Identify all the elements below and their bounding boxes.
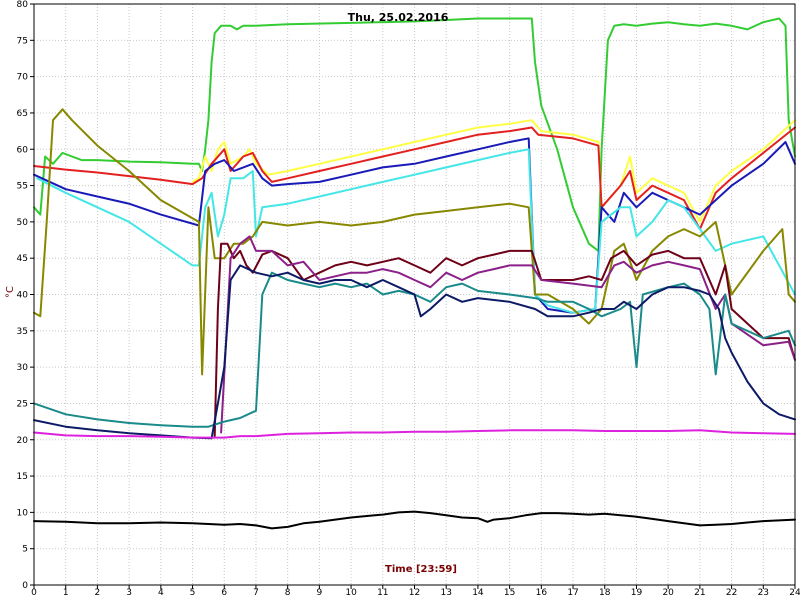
x-tick-label-3: 3 <box>126 588 132 598</box>
line-chart: 0 1 2 3 4 5 6 7 8 9 10 11 12 13 14 15 16 17 18 19 20 21 22 23 24… <box>0 0 800 600</box>
x-tick-label-11: 11 <box>377 588 388 598</box>
y-tick-label-9: 45 <box>17 254 28 264</box>
y-tick-label-16: 80 <box>17 0 29 10</box>
chart-background <box>0 0 800 600</box>
y-tick-label-13: 65 <box>17 109 28 119</box>
chart-title: Thu, 25.02.2016 <box>348 11 449 24</box>
y-tick-label-0: 0 <box>22 581 28 591</box>
x-tick-label-4: 4 <box>158 588 164 598</box>
y-tick-label-5: 25 <box>17 399 28 409</box>
y-tick-label-10: 50 <box>17 218 29 228</box>
y-tick-label-7: 35 <box>17 327 28 337</box>
y-tick-label-12: 60 <box>17 145 29 155</box>
x-tick-label-22: 22 <box>726 588 737 598</box>
y-tick-label-3: 15 <box>17 472 28 482</box>
x-tick-label-14: 14 <box>472 588 484 598</box>
x-tick-label-2: 2 <box>95 588 101 598</box>
x-tick-label-6: 6 <box>221 588 227 598</box>
x-tick-label-24: 24 <box>789 588 800 598</box>
x-tick-label-1: 1 <box>63 588 69 598</box>
x-tick-label-7: 7 <box>253 588 259 598</box>
x-tick-label-13: 13 <box>440 588 451 598</box>
y-tick-label-14: 70 <box>17 73 29 83</box>
x-tick-label-16: 16 <box>536 588 548 598</box>
x-tick-label-10: 10 <box>345 588 357 598</box>
x-tick-label-19: 19 <box>631 588 643 598</box>
x-tick-label-23: 23 <box>758 588 769 598</box>
x-axis-label: Time [23:59] <box>385 564 457 575</box>
x-tick-label-5: 5 <box>190 588 196 598</box>
y-tick-label-11: 55 <box>17 182 28 192</box>
chart-container: 0 1 2 3 4 5 6 7 8 9 10 11 12 13 14 15 16 17 18 19 20 21 22 23 24… <box>0 0 800 600</box>
x-tick-label-8: 8 <box>285 588 291 598</box>
y-axis-label: °C <box>5 286 16 298</box>
x-tick-label-15: 15 <box>504 588 515 598</box>
y-tick-label-4: 20 <box>17 436 29 446</box>
x-tick-label-17: 17 <box>567 588 578 598</box>
y-tick-label-8: 40 <box>17 291 29 301</box>
x-tick-label-12: 12 <box>409 588 420 598</box>
x-tick-label-20: 20 <box>662 588 674 598</box>
x-tick-label-9: 9 <box>317 588 323 598</box>
y-tick-label-1: 5 <box>22 545 28 555</box>
x-tick-label-0: 0 <box>31 588 37 598</box>
x-tick-label-18: 18 <box>599 588 611 598</box>
y-tick-label-2: 10 <box>17 508 29 518</box>
x-tick-label-21: 21 <box>694 588 705 598</box>
y-tick-label-6: 30 <box>17 363 29 373</box>
y-tick-label-15: 75 <box>17 36 28 46</box>
